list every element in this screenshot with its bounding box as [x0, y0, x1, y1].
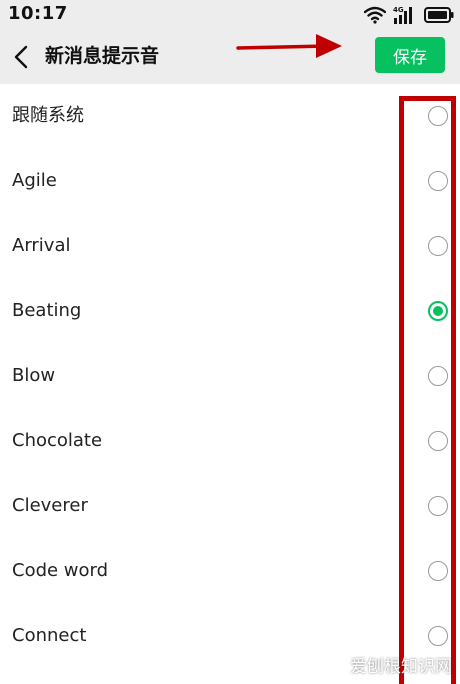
- nav-bar: 新消息提示音 保存: [0, 30, 460, 84]
- sound-item-label: Cleverer: [12, 495, 88, 516]
- save-button[interactable]: 保存: [375, 37, 445, 73]
- radio-button[interactable]: [428, 366, 448, 386]
- page-title: 新消息提示音: [45, 45, 160, 67]
- sound-item-label: Connect: [12, 625, 87, 646]
- status-icons: 4G: [364, 4, 454, 26]
- radio-button[interactable]: [428, 431, 448, 451]
- status-bar: 10:17 4G: [0, 0, 460, 30]
- sound-item-label: 跟随系统: [12, 105, 84, 126]
- sound-item-follow-system[interactable]: 跟随系统: [0, 84, 460, 149]
- sound-item-cleverer[interactable]: Cleverer: [0, 474, 460, 539]
- status-time: 10:17: [8, 3, 68, 24]
- sound-item-label: Arrival: [12, 235, 71, 256]
- radio-button[interactable]: [428, 236, 448, 256]
- sound-item-label: Code word: [12, 560, 109, 581]
- watermark-text: 爱刨根知识网: [350, 656, 452, 677]
- signal-icon: 4G: [392, 5, 418, 25]
- sound-item-label: Blow: [12, 365, 56, 386]
- sound-item-arrival[interactable]: Arrival: [0, 214, 460, 279]
- watermark-logo-icon: [327, 655, 345, 673]
- radio-button[interactable]: [428, 626, 448, 646]
- radio-button[interactable]: [428, 561, 448, 581]
- radio-button[interactable]: [428, 106, 448, 126]
- chevron-left-icon[interactable]: [10, 44, 34, 70]
- sound-item-label: Beating: [12, 300, 82, 321]
- network-label: 4G: [393, 6, 404, 14]
- sound-list: 跟随系统 Agile Arrival Beating Blow Chocolat…: [0, 84, 460, 684]
- radio-button-selected[interactable]: [428, 301, 448, 321]
- radio-button[interactable]: [428, 171, 448, 191]
- sound-item-code-word[interactable]: Code word: [0, 539, 460, 604]
- sound-item-chocolate[interactable]: Chocolate: [0, 409, 460, 474]
- sound-item-blow[interactable]: Blow: [0, 344, 460, 409]
- battery-icon: [424, 7, 454, 23]
- watermark: 爱刨根知识网: [326, 652, 452, 677]
- radio-button[interactable]: [428, 496, 448, 516]
- wifi-icon: [364, 6, 386, 24]
- sound-item-beating[interactable]: Beating: [0, 279, 460, 344]
- sound-item-agile[interactable]: Agile: [0, 149, 460, 214]
- sound-item-label: Chocolate: [12, 430, 103, 451]
- sound-item-label: Agile: [12, 170, 57, 191]
